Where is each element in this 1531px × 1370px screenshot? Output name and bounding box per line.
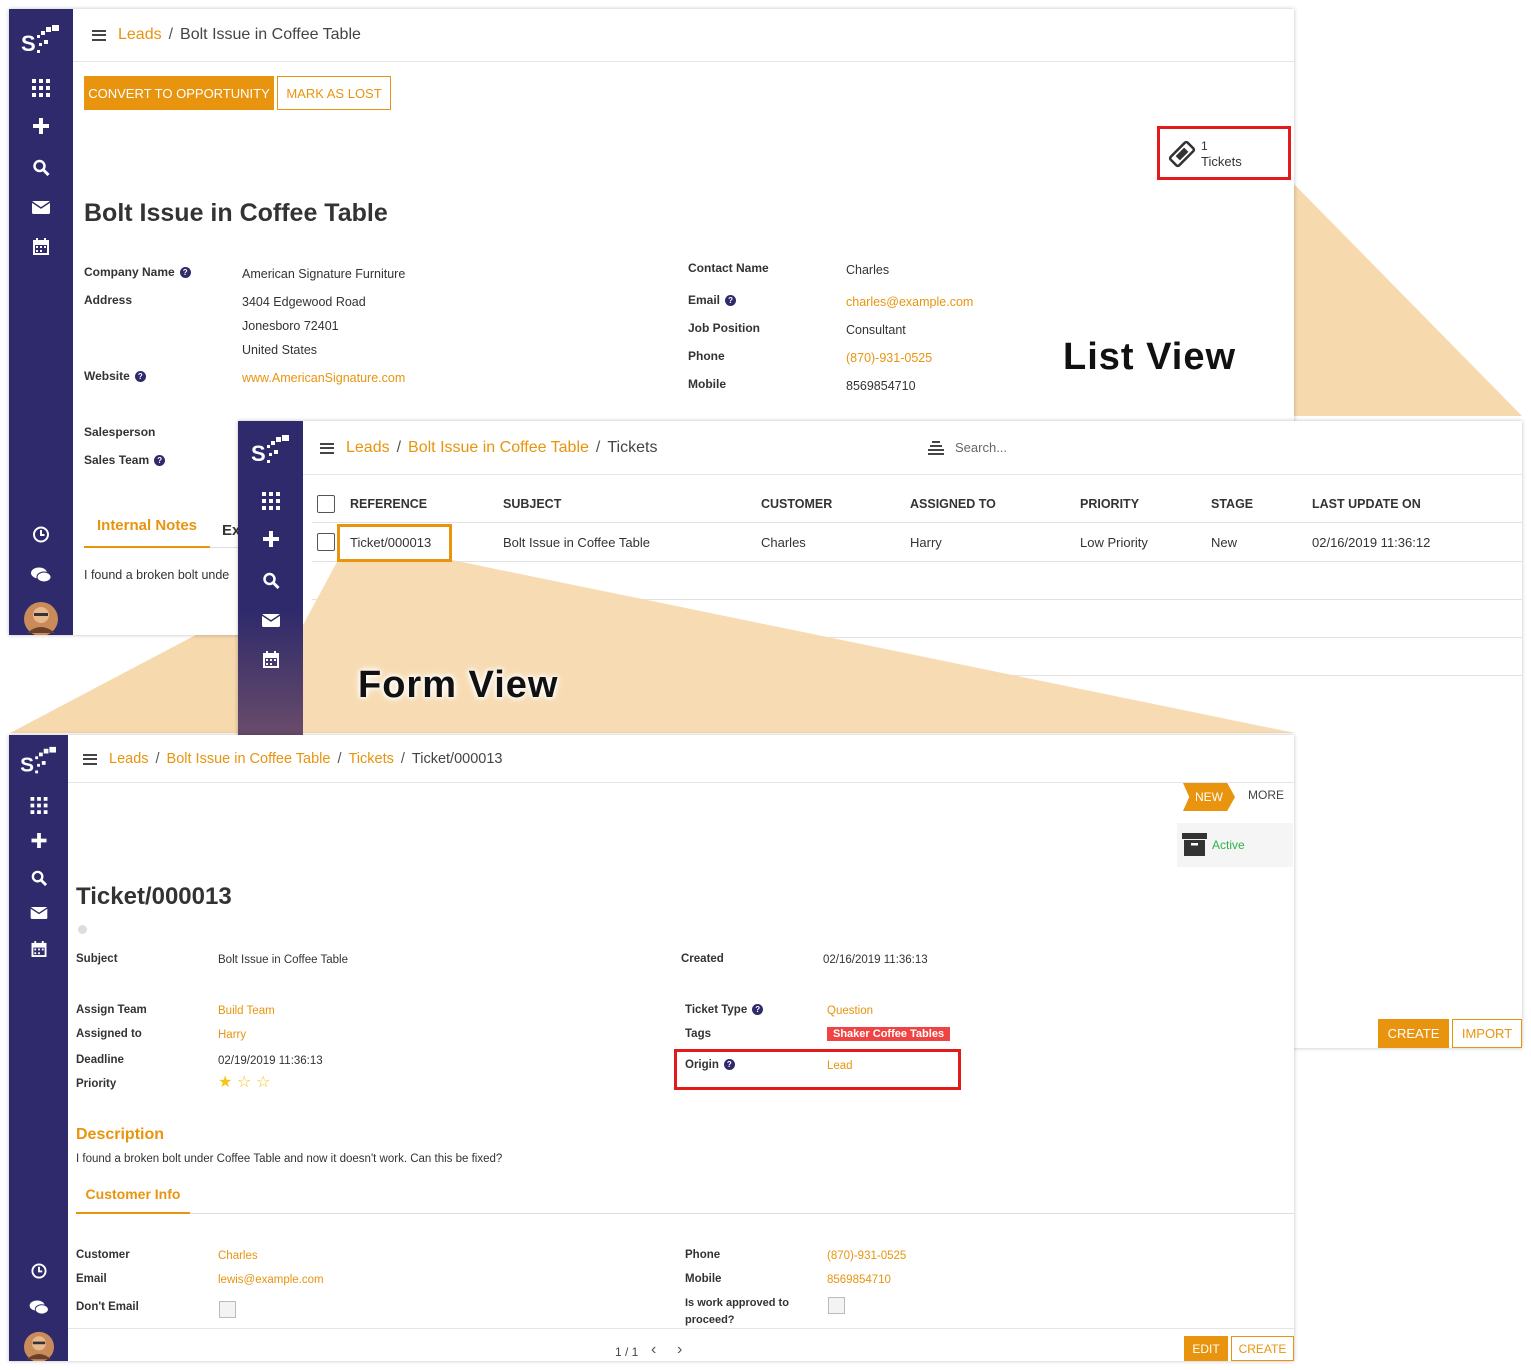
assigned-to-label: Assigned to [76, 1028, 142, 1040]
active-toggle[interactable]: Active [1177, 823, 1293, 867]
tags-label: Tags [685, 1028, 711, 1040]
svg-text:S: S [20, 753, 34, 776]
reference-highlight-box [337, 524, 452, 562]
customer-email-label: Email [76, 1273, 107, 1285]
chat-icon[interactable] [29, 1300, 48, 1315]
form-sidebar: S [9, 735, 68, 1361]
work-approved-label-line2: proceed? [685, 1314, 735, 1326]
tab-customer-info[interactable]: Customer Info [76, 1186, 190, 1214]
priority-star-2[interactable]: ☆ [237, 1075, 251, 1091]
ticket-type-label: Ticket Type? [685, 1004, 764, 1016]
created-label: Created [681, 953, 724, 965]
deadline-label: Deadline [76, 1054, 124, 1066]
ticket-title: Ticket/000013 [76, 883, 232, 910]
stage-new[interactable]: NEW [1183, 783, 1235, 811]
form-create-button[interactable]: CREATE [1231, 1336, 1294, 1361]
origin-highlight-box [674, 1049, 961, 1090]
status-dot[interactable] [78, 925, 87, 934]
tag-badge[interactable]: Shaker Coffee Tables [827, 1027, 951, 1041]
pager-next-icon[interactable]: › [677, 1341, 682, 1359]
breadcrumb-tickets[interactable]: Tickets [348, 751, 393, 767]
assign-team-label: Assign Team [76, 1004, 147, 1016]
priority-star-1[interactable]: ★ [218, 1075, 232, 1091]
breadcrumb-lead[interactable]: Bolt Issue in Coffee Table [167, 751, 331, 767]
active-label: Active [1212, 838, 1245, 852]
menu-icon[interactable] [83, 753, 97, 765]
form-topbar: Leads / Bolt Issue in Coffee Table / Tic… [9, 735, 1294, 783]
ticket-type-value[interactable]: Question [827, 1005, 873, 1017]
assign-team-value[interactable]: Build Team [218, 1005, 275, 1017]
assigned-to-value[interactable]: Harry [218, 1029, 246, 1041]
apps-grid-icon[interactable] [30, 797, 47, 814]
created-value: 02/16/2019 11:36:13 [823, 954, 928, 966]
breadcrumb-leads[interactable]: Leads [109, 751, 149, 767]
customer-mobile-label: Mobile [685, 1273, 722, 1285]
stage-more[interactable]: MORE [1248, 788, 1284, 802]
priority-label: Priority [76, 1078, 117, 1090]
mail-icon[interactable] [30, 907, 47, 919]
breadcrumb-current: Ticket/000013 [411, 751, 503, 767]
dont-email-label: Don't Email [76, 1301, 139, 1313]
customer-mobile-value[interactable]: 8569854710 [827, 1274, 891, 1286]
calendar-icon[interactable] [31, 941, 46, 957]
work-approved-checkbox[interactable] [828, 1297, 845, 1314]
app-logo-icon[interactable]: S [18, 745, 60, 779]
customer-email-value[interactable]: lewis@example.com [218, 1274, 324, 1286]
ticket-form-window: Leads / Bolt Issue in Coffee Table / Tic… [9, 735, 1294, 1361]
customer-value[interactable]: Charles [218, 1250, 258, 1262]
pager-text: 1 / 1 [615, 1345, 639, 1359]
tickets-highlight-box [1157, 126, 1291, 180]
dont-email-checkbox[interactable] [219, 1301, 236, 1318]
clock-icon[interactable] [30, 1263, 47, 1279]
plus-icon[interactable] [31, 833, 46, 848]
avatar[interactable] [23, 1331, 55, 1361]
customer-phone-value[interactable]: (870)-931-0525 [827, 1250, 906, 1262]
form-view-label: Form View [358, 664, 559, 706]
form-breadcrumb: Leads / Bolt Issue in Coffee Table / Tic… [83, 751, 502, 767]
customer-label: Customer [76, 1249, 130, 1261]
subject-value: Bolt Issue in Coffee Table [218, 954, 348, 966]
description-title: Description [76, 1126, 165, 1143]
archive-icon [1182, 833, 1207, 856]
pager-prev-icon[interactable]: ‹ [651, 1341, 656, 1359]
work-approved-label-line1: Is work approved to [685, 1297, 789, 1309]
list-view-label: List View [1063, 336, 1237, 378]
search-icon[interactable] [31, 870, 47, 886]
help-icon: ? [752, 1004, 764, 1015]
subject-label: Subject [76, 953, 118, 965]
deadline-value: 02/19/2019 11:36:13 [218, 1055, 323, 1067]
form-edit-button[interactable]: EDIT [1184, 1336, 1228, 1361]
description-text: I found a broken bolt under Coffee Table… [76, 1153, 503, 1165]
customer-phone-label: Phone [685, 1249, 721, 1261]
priority-star-3[interactable]: ☆ [256, 1075, 270, 1091]
